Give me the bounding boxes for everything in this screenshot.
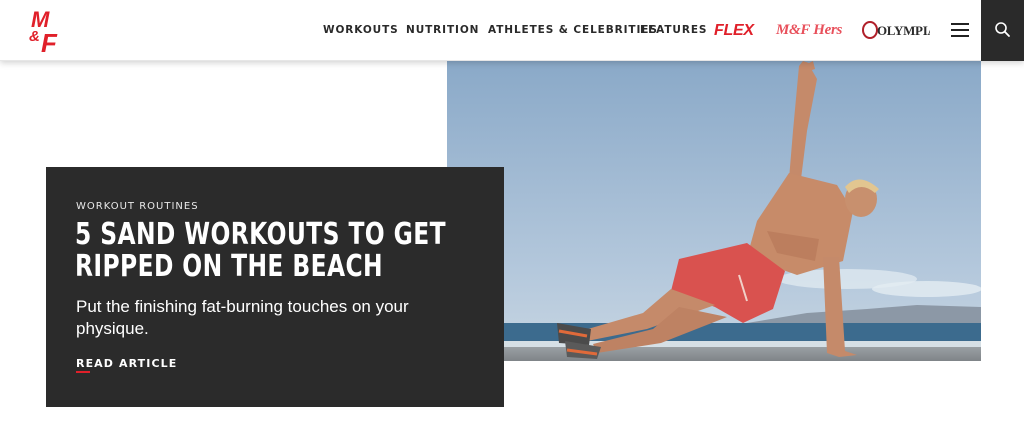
olympia-brand-link[interactable]: OLYMPIA bbox=[862, 20, 938, 40]
olympia-brand-text: OLYMPIA bbox=[877, 23, 930, 38]
nav-features[interactable]: FEATURES bbox=[640, 0, 707, 61]
search-button[interactable] bbox=[981, 0, 1024, 61]
mf-logo[interactable]: M & F bbox=[28, 6, 74, 58]
read-article-underline bbox=[76, 371, 90, 373]
hero-photo bbox=[447, 61, 981, 361]
olympia-logo-icon: OLYMPIA bbox=[862, 21, 938, 39]
svg-text:&: & bbox=[29, 28, 40, 45]
read-article-link[interactable]: READ ARTICLE bbox=[76, 357, 177, 370]
category-kicker[interactable]: WORKOUT ROUTINES bbox=[76, 201, 199, 212]
svg-text:F: F bbox=[41, 28, 58, 56]
flex-brand-link[interactable]: FLEX bbox=[714, 0, 754, 61]
feature-card: WORKOUT ROUTINES 5 SAND WORKOUTS TO GET … bbox=[46, 167, 504, 407]
mf-hers-brand-link[interactable]: M&F Hers bbox=[776, 0, 842, 61]
site-header: M & F WORKOUTS NUTRITION ATHLETES & CELE… bbox=[0, 0, 1024, 61]
nav-nutrition[interactable]: NUTRITION bbox=[406, 0, 479, 61]
hero-image[interactable] bbox=[447, 61, 981, 361]
nav-workouts[interactable]: WORKOUTS bbox=[323, 0, 399, 61]
search-icon bbox=[995, 22, 1010, 37]
mf-logo-icon: M & F bbox=[29, 7, 58, 58]
article-dek: Put the finishing fat-burning touches on… bbox=[76, 297, 409, 338]
article-headline[interactable]: 5 SAND WORKOUTS TO GET RIPPED ON THE BEA… bbox=[75, 219, 474, 283]
nav-athletes-celebrities[interactable]: ATHLETES & CELEBRITIES bbox=[488, 0, 658, 61]
hamburger-icon[interactable] bbox=[951, 23, 969, 37]
